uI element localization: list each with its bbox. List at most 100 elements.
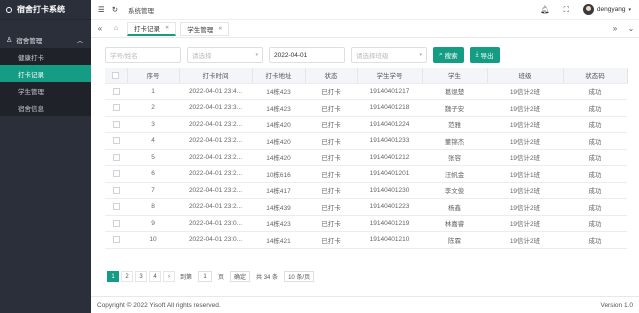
table-cell: 19信计2班 — [487, 83, 563, 100]
table-cell: 14栋423 — [252, 83, 305, 100]
column-header[interactable]: 序号 — [127, 68, 180, 84]
close-icon[interactable]: ✕ — [218, 26, 222, 32]
page-size-select[interactable]: 10 条/页 — [284, 271, 315, 282]
row-checkbox[interactable] — [105, 165, 127, 183]
goto-confirm-button[interactable]: 确定 — [230, 271, 251, 282]
table-row[interactable]: 5 2022-04-01 23:2... 14栋420 已打卡 19140401212 张… — [105, 149, 627, 166]
version-text: Version 1.0 — [600, 301, 633, 309]
username[interactable]: dengyang — [597, 6, 626, 13]
table-row[interactable]: 9 2022-04-01 23:0... 14栋423 已打卡 19140401219 林… — [105, 215, 627, 232]
sidebar-item-health-checkin[interactable]: 健康打卡 — [0, 48, 91, 65]
table-cell: 成功 — [563, 149, 627, 166]
table-row[interactable]: 6 2022-04-01 23:2... 10栋616 已打卡 19140401201 汪… — [105, 165, 627, 183]
page-button[interactable]: 3 — [135, 271, 147, 282]
table-cell: 19信计2班 — [487, 116, 563, 133]
row-checkbox[interactable] — [105, 198, 127, 216]
column-header[interactable]: 打卡地址 — [252, 68, 306, 84]
page-unit-label: 页 — [218, 275, 225, 281]
logo-icon — [6, 6, 12, 13]
table-cell: 19信计2班 — [487, 198, 563, 216]
row-checkbox[interactable] — [105, 116, 127, 133]
app-logo[interactable]: 宿舍打卡系统 — [0, 0, 91, 20]
user-icon: ♙ — [6, 37, 13, 44]
goto-page-input[interactable]: 1 — [198, 271, 213, 282]
row-checkbox[interactable] — [105, 132, 127, 150]
table-cell: 10栋616 — [252, 165, 305, 183]
goto-label: 到第 — [180, 275, 193, 281]
pagination: 1 2 3 4 › 到第 1 页 确定 共 34 条 10 条/页 — [107, 271, 315, 282]
sidebar-item-label: 学生管理 — [18, 88, 44, 96]
chevron-down-icon[interactable]: ▾ — [628, 7, 631, 13]
menu-toggle-icon[interactable]: ☰ — [98, 5, 105, 14]
select-all-checkbox[interactable] — [105, 68, 128, 84]
date-picker[interactable]: 2022-04-01 — [269, 47, 345, 63]
scroll-left-icon[interactable]: « — [91, 24, 109, 33]
page-size-value: 10 条/页 — [288, 275, 311, 281]
bell-icon[interactable]: 🔔︎ — [540, 5, 550, 14]
table-row[interactable]: 4 2022-04-01 23:2... 14栋420 已打卡 19140401233 董… — [105, 132, 627, 150]
column-header[interactable]: 学生 — [422, 68, 488, 84]
placeholder: 学号/姓名 — [110, 53, 138, 60]
tab-label: 学生管理 — [187, 26, 214, 34]
search-button[interactable]: ⌕ 搜索 — [433, 47, 464, 63]
row-checkbox[interactable] — [105, 99, 127, 117]
table-cell: 19信计2班 — [487, 215, 563, 232]
table-cell: 5 — [127, 149, 179, 166]
table-cell: 成功 — [563, 231, 627, 249]
column-header[interactable]: 学生学号 — [357, 68, 423, 84]
sidebar-group-dorm[interactable]: ♙ 宿舍管理 ︿ — [0, 32, 91, 48]
class-select[interactable]: 请选择班级 ▾ — [351, 47, 427, 63]
column-header[interactable]: 班级 — [487, 68, 564, 84]
table-cell: 8 — [127, 198, 179, 216]
table-cell: 7 — [127, 182, 179, 199]
table-cell: 2022-04-01 23:2... — [179, 116, 252, 133]
tab-checkin-records[interactable]: 打卡记录 ✕ — [127, 21, 177, 36]
student-search-input[interactable]: 学号/姓名 — [105, 47, 181, 63]
column-header[interactable]: 状态 — [305, 68, 358, 84]
table-cell: 范雅 — [422, 116, 487, 133]
export-button[interactable]: ⤓ 导出 — [469, 47, 500, 63]
row-checkbox[interactable] — [105, 231, 127, 249]
table-cell: 19140401223 — [357, 198, 422, 216]
table-cell: 2022-04-01 23:2... — [179, 182, 252, 199]
sidebar-item-dorm-info[interactable]: 宿舍信息 — [0, 99, 91, 116]
table-row[interactable]: 2 2022-04-01 23:3... 14栋423 已打卡 19140401218 魏… — [105, 99, 627, 117]
table-row[interactable]: 3 2022-04-01 23:2... 14栋420 已打卡 19140401224 范… — [105, 116, 627, 133]
avatar[interactable] — [582, 4, 594, 15]
status-select[interactable]: 请选择 ▾ — [187, 47, 263, 63]
home-icon[interactable]: ⌂ — [109, 25, 123, 32]
placeholder: 请选择 — [192, 53, 212, 60]
table-row[interactable]: 10 2022-04-01 23:0... 14栋421 已打卡 19140401210… — [105, 231, 627, 249]
table-row[interactable]: 1 2022-04-01 23:4... 14栋423 已打卡 19140401217 葛… — [105, 83, 627, 100]
row-checkbox[interactable] — [105, 83, 127, 100]
page-button[interactable]: 1 — [107, 271, 119, 282]
next-page-button[interactable]: › — [163, 271, 175, 282]
close-icon[interactable]: ✕ — [165, 25, 169, 31]
table-cell: 6 — [127, 165, 179, 183]
fullscreen-icon[interactable]: ⛶ — [564, 5, 569, 15]
page-button[interactable]: 4 — [149, 271, 161, 282]
table-cell: 3 — [127, 116, 179, 133]
sidebar-item-checkin-records[interactable]: 打卡记录 — [0, 65, 91, 82]
button-label: 导出 — [480, 53, 494, 60]
table-row[interactable]: 8 2022-04-01 23:2... 14栋439 已打卡 19140401223 杨… — [105, 198, 627, 216]
table-cell: 已打卡 — [305, 149, 357, 166]
download-icon: ⤓ — [475, 51, 479, 58]
total-count: 共 34 条 — [256, 275, 279, 281]
scroll-right-icon[interactable]: » — [607, 24, 623, 33]
row-checkbox[interactable] — [105, 149, 127, 166]
page-button[interactable]: 2 — [121, 271, 133, 282]
table-cell: 2022-04-01 23:0... — [179, 215, 252, 232]
table-row[interactable]: 7 2022-04-01 23:2... 14栋417 已打卡 19140401230 李… — [105, 182, 627, 199]
refresh-icon[interactable]: ↻ — [112, 5, 118, 14]
row-checkbox[interactable] — [105, 215, 127, 232]
sidebar-item-student-management[interactable]: 学生管理 — [0, 82, 91, 99]
table-cell: 已打卡 — [305, 231, 357, 249]
records-table: 序号 打卡时间 打卡地址 状态 学生学号 学生 班级 状态码 1 2022-04-… — [105, 68, 628, 249]
row-checkbox[interactable] — [105, 182, 127, 199]
column-header[interactable]: 打卡时间 — [179, 68, 253, 84]
column-header[interactable]: 状态码 — [563, 68, 628, 84]
tab-student-management[interactable]: 学生管理 ✕ — [180, 21, 230, 36]
search-icon: ⌕ — [439, 51, 443, 58]
tabs-more-icon[interactable]: ⌄ — [623, 24, 639, 33]
